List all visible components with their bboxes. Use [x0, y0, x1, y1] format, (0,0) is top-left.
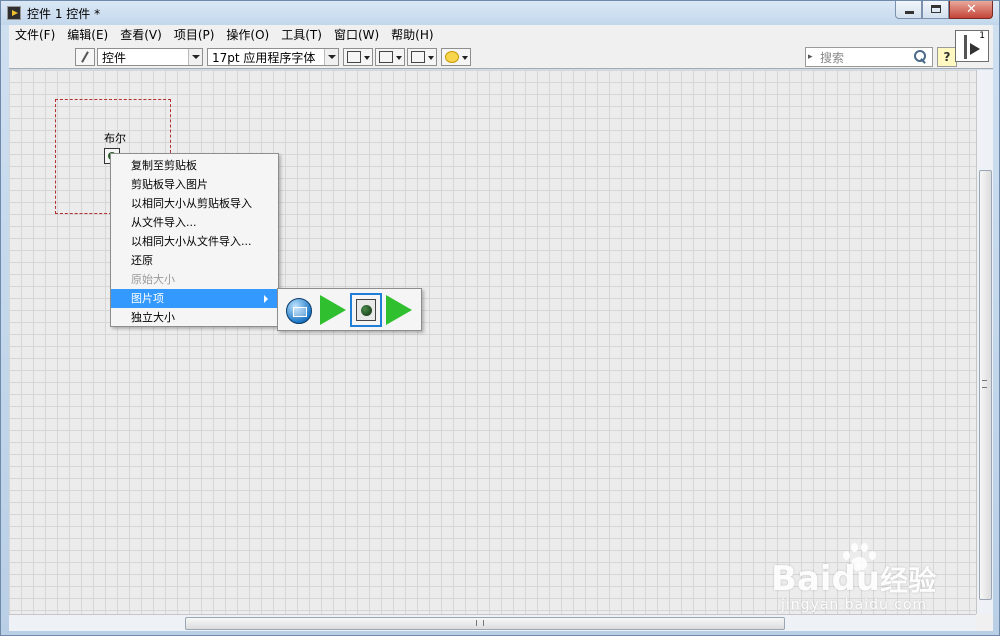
led-picture-icon[interactable]	[350, 293, 382, 327]
connector-bar	[964, 35, 967, 59]
close-icon: ✕	[966, 2, 977, 17]
green-arrow-shape	[386, 295, 412, 325]
menu-import-same-size-clipboard[interactable]: 以相同大小从剪贴板导入	[111, 194, 278, 213]
menu-original-size: 原始大小	[131, 273, 175, 286]
distribute-objects-icon	[379, 51, 393, 63]
font-value: 17pt 应用程序字体	[212, 50, 316, 65]
reorder-icon	[445, 51, 459, 63]
chevron-down-icon	[396, 56, 402, 60]
menu-import-from-file[interactable]: 从文件导入...	[111, 213, 278, 232]
title-bar[interactable]: 控件 1 控件 * ✕	[1, 1, 999, 25]
resize-objects-icon	[411, 51, 425, 63]
menu-help[interactable]: 帮助(H)	[385, 25, 439, 45]
resize-objects-button[interactable]	[407, 48, 437, 66]
submenu-arrow-icon	[264, 295, 268, 303]
control-type-dropdown[interactable]: 控件	[97, 48, 203, 66]
labview-vi-icon[interactable]	[7, 6, 21, 20]
menu-file[interactable]: 文件(F)	[9, 25, 61, 45]
close-button[interactable]: ✕	[949, 1, 993, 19]
menu-window[interactable]: 窗口(W)	[328, 25, 385, 45]
menu-view[interactable]: 查看(V)	[114, 25, 168, 45]
dropdown-arrow-icon[interactable]	[324, 49, 338, 65]
search-box[interactable]: ▸ 搜索	[805, 47, 933, 67]
search-input[interactable]: 搜索	[816, 49, 912, 66]
chevron-down-icon	[462, 56, 468, 60]
maximize-icon	[931, 5, 941, 13]
boolean-control-label[interactable]: 布尔	[104, 130, 126, 146]
search-icon[interactable]	[912, 49, 928, 65]
distribute-objects-button[interactable]	[375, 48, 405, 66]
align-objects-button[interactable]	[343, 48, 373, 66]
search-options-icon[interactable]: ▸	[806, 52, 816, 62]
menu-operate[interactable]: 操作(O)	[220, 25, 275, 45]
watermark-url: jingyan.baidu.com	[781, 597, 928, 613]
minimize-button[interactable]	[895, 1, 922, 19]
app-window: 控件 1 控件 * ✕ 文件(F) 编辑(E) 查看(V) 项目(P) 操作(O…	[0, 0, 1000, 636]
context-help-button[interactable]: ?	[937, 47, 957, 67]
window-controls: ✕	[895, 1, 993, 19]
menu-picture-item[interactable]: 图片项	[111, 289, 278, 308]
menu-edit[interactable]: 编辑(E)	[61, 25, 114, 45]
watermark-brand-du: du	[831, 559, 881, 599]
vertical-grip-icon	[982, 380, 987, 388]
green-arrow-icon[interactable]	[318, 293, 350, 327]
menu-import-same-size-file[interactable]: 以相同大小从文件导入...	[111, 232, 278, 251]
led-picture-inner	[356, 299, 376, 321]
connector-pane-icon[interactable]: 1	[955, 30, 989, 62]
reorder-button[interactable]	[441, 48, 471, 66]
globe-ball	[286, 298, 312, 324]
brush-icon[interactable]	[75, 48, 95, 66]
chevron-down-icon	[428, 56, 434, 60]
globe-picture-icon[interactable]	[283, 293, 315, 327]
green-arrow-icon[interactable]	[384, 293, 416, 327]
horizontal-scroll-thumb[interactable]	[185, 617, 785, 630]
minimize-icon	[905, 11, 914, 14]
context-menu: 复制至剪贴板 剪贴板导入图片 以相同大小从剪贴板导入 从文件导入... 以相同大…	[110, 153, 279, 327]
menu-independent-sizes[interactable]: 独立大小	[111, 308, 278, 327]
picture-item-submenu	[277, 288, 422, 331]
baidu-watermark: Baidu经验 jingyan.baidu.com	[771, 535, 971, 615]
maximize-button[interactable]	[922, 1, 949, 19]
control-type-value: 控件	[102, 50, 127, 65]
menu-revert[interactable]: 还原	[111, 251, 278, 270]
watermark-brand-bai: Bai	[771, 559, 832, 599]
horizontal-grip-icon	[476, 620, 484, 626]
font-dropdown[interactable]: 17pt 应用程序字体	[207, 48, 339, 66]
menu-bar: 文件(F) 编辑(E) 查看(V) 项目(P) 操作(O) 工具(T) 窗口(W…	[9, 25, 993, 45]
menu-tools[interactable]: 工具(T)	[275, 25, 328, 45]
connector-arrow-icon	[970, 43, 980, 55]
menu-project[interactable]: 项目(P)	[168, 25, 221, 45]
green-arrow-shape	[320, 295, 346, 325]
scrollbar-corner	[976, 614, 993, 631]
connector-number: 1	[979, 31, 985, 41]
menu-import-from-clipboard[interactable]: 剪贴板导入图片	[111, 175, 278, 194]
align-objects-icon	[347, 51, 361, 63]
horizontal-scrollbar[interactable]	[9, 614, 976, 631]
chevron-down-icon	[364, 56, 370, 60]
watermark-cn: 经验	[880, 564, 937, 597]
dropdown-arrow-icon[interactable]	[188, 49, 202, 65]
window-title: 控件 1 控件 *	[27, 7, 101, 21]
watermark-brand: Baidu经验	[771, 559, 936, 599]
menu-picture-item-label: 图片项	[131, 292, 164, 305]
vertical-scrollbar[interactable]	[976, 70, 993, 614]
menu-copy-to-clipboard[interactable]: 复制至剪贴板	[111, 156, 278, 175]
toolbar: 控件 17pt 应用程序字体 ▸ 搜索 ?	[9, 45, 993, 69]
